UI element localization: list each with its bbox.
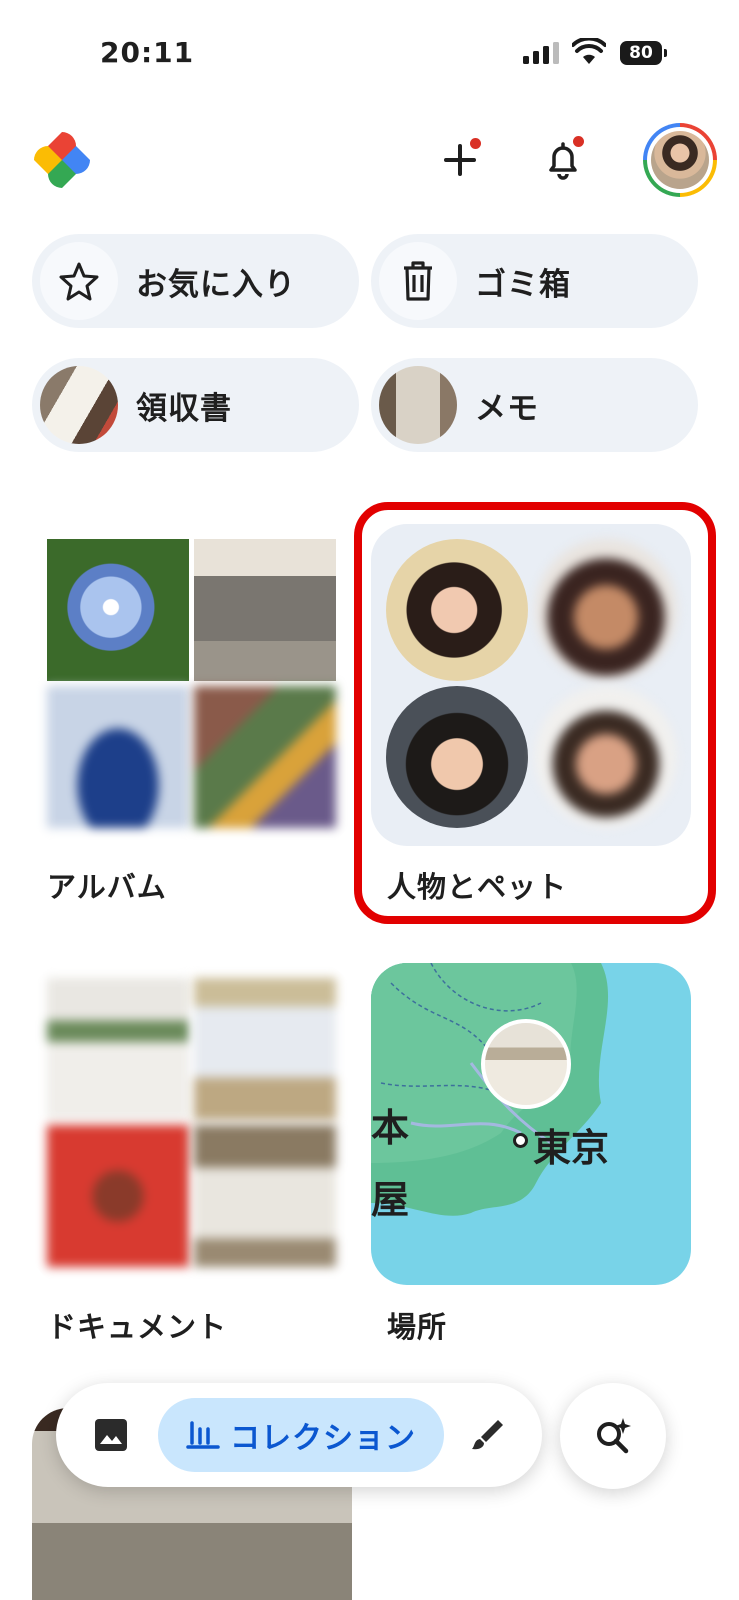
album-thumb-flower	[47, 539, 189, 681]
trash-icon-container	[379, 242, 457, 320]
places-map-card[interactable]: 本 東京 屋	[371, 963, 691, 1285]
chip-memo[interactable]: メモ	[371, 358, 698, 452]
brush-icon[interactable]	[468, 1415, 508, 1455]
bottom-navigation: コレクション	[56, 1383, 542, 1487]
albums-card[interactable]	[32, 524, 352, 846]
document-thumb-4	[194, 1125, 336, 1267]
albums-title: アルバム	[47, 870, 167, 904]
map-pin-tokyo	[513, 1133, 528, 1148]
album-thumb-person	[47, 686, 189, 828]
collections-tab-label: コレクション	[230, 1421, 416, 1456]
people-highlight-frame	[354, 502, 716, 924]
place-photo-thumb	[481, 1019, 571, 1109]
chip-label-receipts: 領収書	[136, 390, 232, 427]
map-label-hon: 本	[371, 1106, 410, 1150]
map-label-tokyo: 東京	[533, 1126, 610, 1170]
receipt-thumbnail	[40, 366, 118, 444]
wifi-icon	[572, 38, 606, 64]
battery-indicator: 80	[620, 41, 667, 65]
search-sparkle-icon	[597, 1418, 631, 1454]
chip-favorites[interactable]: お気に入り	[32, 234, 359, 328]
avatar-photo	[651, 131, 709, 189]
collections-tab[interactable]: コレクション	[158, 1398, 444, 1472]
document-thumb-1	[47, 978, 189, 1120]
chip-trash[interactable]: ゴミ箱	[371, 234, 698, 328]
add-button[interactable]	[432, 132, 488, 188]
star-icon-container	[40, 242, 118, 320]
chip-receipts[interactable]: 領収書	[32, 358, 359, 452]
places-title: 場所	[387, 1310, 448, 1344]
documents-title: ドキュメント	[47, 1310, 228, 1344]
search-button[interactable]	[560, 1383, 666, 1489]
status-time: 20:11	[100, 36, 195, 69]
google-photos-logo	[34, 132, 90, 188]
memo-thumbnail	[379, 366, 457, 444]
trash-icon	[404, 261, 432, 301]
chip-label-memo: メモ	[475, 390, 539, 427]
image-icon[interactable]	[91, 1415, 131, 1455]
album-thumb-group	[194, 686, 336, 828]
document-thumb-3	[47, 1125, 189, 1267]
account-avatar[interactable]	[643, 123, 717, 197]
document-thumb-2	[194, 978, 336, 1120]
star-icon	[59, 262, 99, 301]
chip-label-favorites: お気に入り	[136, 266, 296, 303]
map-land	[371, 963, 609, 1216]
avatar-ring	[647, 127, 713, 193]
notification-badge-dot	[573, 136, 584, 147]
map-label-ya: 屋	[371, 1178, 410, 1222]
documents-card[interactable]	[32, 963, 352, 1285]
cellular-signal-icon	[523, 42, 559, 64]
album-thumb-building	[194, 539, 336, 681]
library-icon	[186, 1421, 220, 1449]
chip-label-trash: ゴミ箱	[475, 266, 571, 303]
add-badge-dot	[470, 138, 481, 149]
notifications-button[interactable]	[535, 132, 591, 188]
